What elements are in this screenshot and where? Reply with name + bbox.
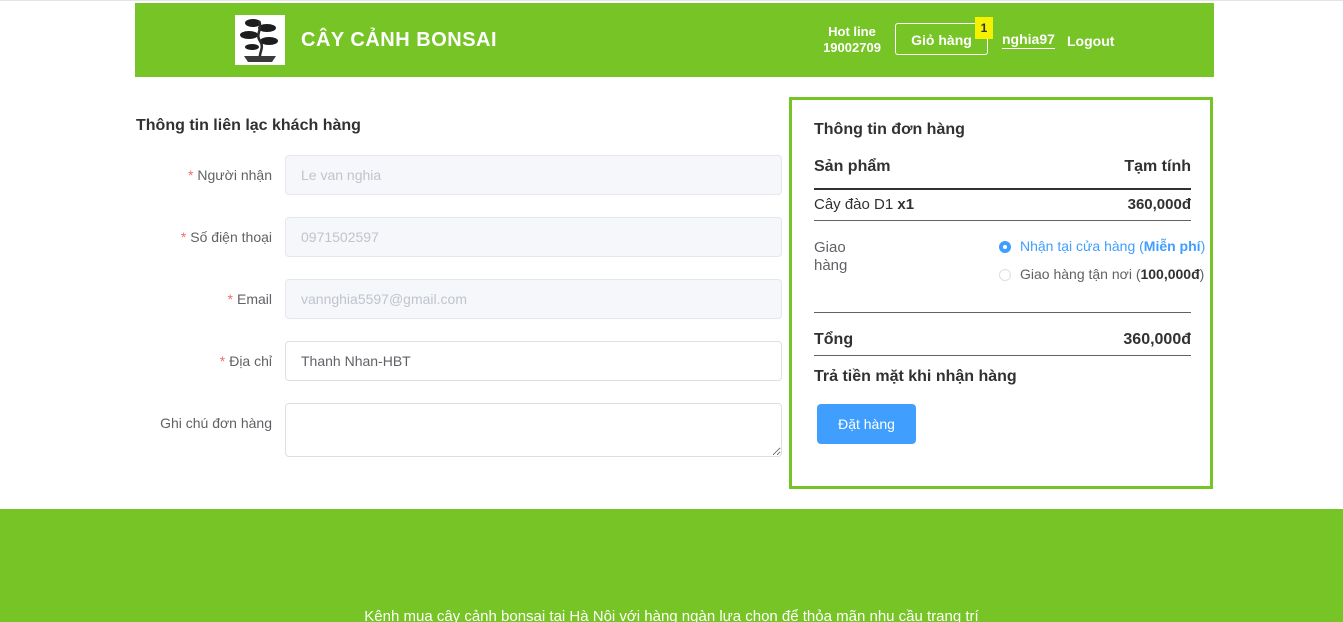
form-row-recipient: * Người nhận <box>135 155 782 195</box>
top-divider <box>0 0 1343 1</box>
order-title: Thông tin đơn hàng <box>814 121 965 138</box>
radio-unchecked-icon[interactable] <box>999 269 1011 281</box>
recipient-input[interactable] <box>285 155 782 195</box>
order-note-textarea[interactable] <box>285 403 782 457</box>
hotline-label: Hot line <box>828 24 876 39</box>
item-name: Cây đào D1 <box>814 196 894 213</box>
site-footer: Kênh mua cây cảnh bonsai tại Hà Nội với … <box>0 509 1343 622</box>
phone-label: * Số điện thoại <box>181 229 272 245</box>
phone-input[interactable] <box>285 217 782 257</box>
footer-text: Kênh mua cây cảnh bonsai tại Hà Nội với … <box>364 608 979 622</box>
form-row-note: Ghi chú đơn hàng <box>135 403 782 457</box>
required-mark: * <box>187 167 194 183</box>
item-price: 360,000đ <box>1127 196 1191 213</box>
place-order-button[interactable]: Đặt hàng <box>817 404 916 444</box>
note-label: Ghi chú đơn hàng <box>160 415 272 431</box>
address-label-text: Địa chỉ <box>229 353 272 369</box>
header-divider <box>814 188 1191 190</box>
form-row-phone: * Số điện thoại <box>135 217 782 257</box>
required-mark: * <box>180 229 187 245</box>
email-input[interactable] <box>285 279 782 319</box>
item-divider <box>814 220 1191 221</box>
required-mark: * <box>219 353 226 369</box>
required-mark: * <box>227 291 233 307</box>
form-row-address: * Địa chỉ <box>135 341 782 381</box>
address-label: * Địa chỉ <box>220 353 272 369</box>
username-link[interactable]: nghia97 <box>1002 31 1055 49</box>
shipping-option-delivery[interactable]: Giao hàng tận nơi (100,000đ) <box>999 266 1204 282</box>
product-column-header: Sản phẩm <box>814 158 891 175</box>
total-label: Tổng <box>814 331 854 348</box>
pickup-option-label: Nhận tại cửa hàng (Miễn phí) <box>1020 238 1206 254</box>
item-quantity: x1 <box>897 196 915 213</box>
brand-name[interactable]: CÂY CẢNH BONSAI <box>301 29 497 52</box>
radio-checked-icon[interactable] <box>999 241 1011 253</box>
form-title: Thông tin liên lạc khách hàng <box>136 117 361 134</box>
hotline: Hot line 19002709 <box>813 24 891 56</box>
subtotal-column-header: Tạm tính <box>1124 158 1191 175</box>
shipping-option-pickup[interactable]: Nhận tại cửa hàng (Miễn phí) <box>999 238 1205 254</box>
hotline-number: 19002709 <box>823 40 881 55</box>
delivery-option-label: Giao hàng tận nơi (100,000đ) <box>1020 266 1205 282</box>
site-header: CÂY CẢNH BONSAI Hot line 19002709 Giỏ hà… <box>135 3 1214 77</box>
shipping-divider <box>814 312 1191 313</box>
logout-link[interactable]: Logout <box>1067 33 1114 49</box>
cart-count-badge: 1 <box>975 17 993 39</box>
total-divider <box>814 355 1191 356</box>
address-input[interactable] <box>285 341 782 381</box>
recipient-label-text: Người nhận <box>197 167 272 183</box>
payment-method: Trả tiền mặt khi nhận hàng <box>814 368 1017 385</box>
bonsai-logo-icon[interactable] <box>235 15 285 65</box>
email-label-text: Email <box>236 291 272 307</box>
total-value: 360,000đ <box>1123 331 1191 348</box>
email-label: * Email <box>228 291 272 307</box>
phone-label-text: Số điện thoại <box>190 229 272 245</box>
shipping-label: Giao hàng <box>814 239 848 274</box>
recipient-label: * Người nhận <box>188 167 272 183</box>
order-summary: Thông tin đơn hàng Sản phẩm Tạm tính Cây… <box>789 97 1213 489</box>
form-row-email: * Email <box>135 279 782 319</box>
order-item: Cây đào D1 x1 <box>814 196 914 213</box>
